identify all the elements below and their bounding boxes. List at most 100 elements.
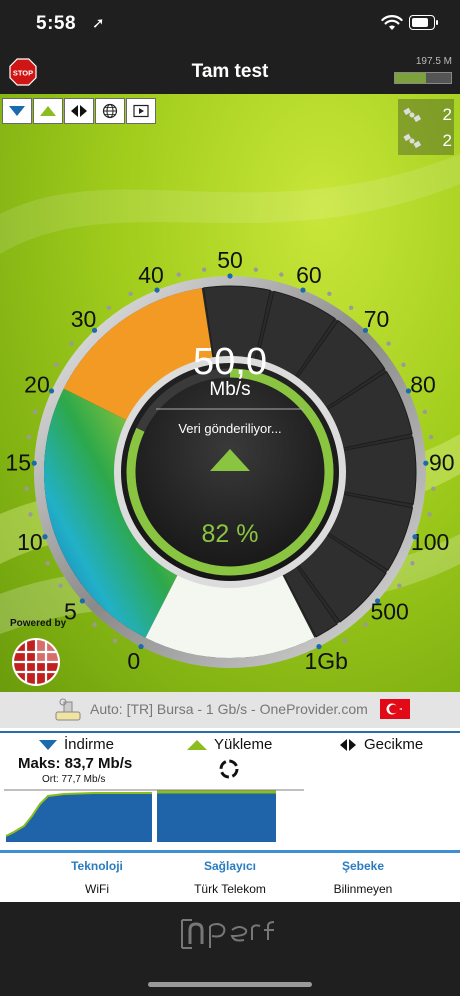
gauge-scale-label: 1Gb (305, 648, 348, 674)
legend-upload-label: Yükleme (214, 736, 273, 753)
gauge-tick-dot (26, 434, 32, 440)
gauge-scale-label: 30 (71, 306, 97, 332)
gauge-tick-dot (327, 291, 332, 297)
data-usage-text: 197.5 M (415, 56, 452, 67)
max-speed: Maks: 83,7 Mb/s (18, 755, 133, 772)
gauge-scale-label: 50 (217, 247, 243, 273)
gauge-tick-dot (427, 512, 432, 517)
gauge-tick-dot (397, 583, 402, 588)
info-provider: Sağlayıcı Türk Telekom (160, 859, 300, 896)
server-icon (55, 698, 81, 721)
battery-icon (409, 15, 438, 30)
gauge-tick-dot (128, 291, 133, 297)
gauge-tick-dot (348, 305, 354, 311)
info-technology: Teknoloji WiFi (27, 859, 167, 896)
gauge-tick-dot (28, 512, 33, 517)
data-usage-fill (395, 73, 426, 83)
gauge-tick-dot (176, 272, 181, 277)
provider-logo[interactable] (11, 637, 61, 687)
gauge-scale-label: 60 (296, 262, 322, 288)
info-network-title: Şebeke (341, 859, 385, 873)
server-info-text: Auto: [TR] Bursa - 1 Gb/s - OneProvider.… (90, 701, 368, 717)
gauge-scale-label: 70 (364, 306, 390, 332)
gauge-scale-label: 20 (24, 371, 50, 397)
gauge-scale-label: 15 (5, 449, 31, 475)
gauge-tick-dot (363, 622, 368, 627)
gauge-scale-marker (227, 273, 233, 279)
gauge-scale-marker (138, 644, 144, 650)
gauge-scale-marker (405, 388, 412, 394)
info-network-value: Bilinmeyen (333, 882, 393, 896)
gauge-scale-label: 100 (411, 529, 449, 555)
legend-download-label: İndirme (64, 736, 115, 753)
gauge-scale-marker (48, 388, 55, 394)
gauge-scale-marker (42, 534, 48, 540)
test-status: Veri gönderiliyor... (178, 421, 281, 436)
data-usage-bar (394, 72, 452, 84)
gauge-tick-dot (106, 305, 112, 311)
gauge-scale-label: 10 (17, 529, 43, 555)
gauge-tick-dot (279, 272, 284, 277)
gauge-tick-dot (422, 409, 428, 415)
connection-info: Teknoloji WiFi Sağlayıcı Türk Telekom Şe… (0, 850, 460, 905)
info-provider-value: Türk Telekom (194, 882, 266, 896)
speedometer-panel: 2 2 0 5 10 15 20 30 40 50 60 70 80 90 10… (0, 94, 460, 692)
avg-speed: Ort: 77,7 Mb/s (42, 774, 106, 785)
gauge-tick-dot (342, 638, 348, 643)
gauge-tick-dot (253, 267, 259, 272)
gauge-scale-label: 90 (429, 449, 455, 475)
speed-history-graph (4, 786, 304, 842)
triangle-down-icon (39, 739, 57, 750)
gauge-tick-dot (112, 638, 118, 643)
gauge-tick-dot (58, 583, 63, 588)
gauge-scale-marker (154, 287, 160, 293)
speed-gauge: 05101520304050607080901005001Gb 50,0 Mb/… (5, 247, 455, 674)
gauge-tick-dot (32, 409, 38, 415)
legend-download[interactable]: İndirme (38, 736, 114, 753)
gauge-scale-marker (375, 598, 381, 604)
speed-unit: Mb/s (209, 379, 250, 400)
location-arrow-icon: ➚ (92, 15, 105, 32)
info-provider-title: Sağlayıcı (203, 859, 257, 873)
nperf-logo (181, 919, 275, 949)
gauge-tick-dot (431, 486, 436, 491)
status-time: 5:58 (36, 13, 77, 34)
gauge-tick-dot (428, 434, 434, 440)
gauge-tick-dot (201, 267, 207, 272)
gauge-tick-dot (401, 362, 406, 367)
gauge-scale-label: 40 (138, 262, 164, 288)
legend-latency[interactable]: Gecikme (338, 736, 423, 753)
page-title: Tam test (191, 61, 269, 82)
info-network: Şebeke Bilinmeyen (293, 859, 433, 896)
powered-by-label: Powered by (10, 618, 67, 629)
triangle-up-icon (187, 739, 207, 750)
gauge-tick-dot (410, 561, 415, 566)
gauge-scale-marker (300, 287, 306, 293)
legend-latency-label: Gecikme (364, 736, 424, 753)
results-panel: İndirme Yükleme Gecikme Maks: 83,7 Mb/s … (0, 728, 460, 850)
turkey-flag-icon (380, 699, 410, 719)
gauge-tick-dot (92, 622, 97, 627)
loading-spinner-icon (219, 759, 239, 779)
download-area (6, 793, 152, 842)
speed-value: 50,0 (193, 341, 267, 383)
gauge-tick-dot (54, 362, 59, 367)
gauge-tick-dot (24, 486, 29, 491)
server-info-bar[interactable]: Auto: [TR] Bursa - 1 Gb/s - OneProvider.… (0, 692, 460, 728)
gauge-scale-marker (79, 598, 85, 604)
graph-gap (152, 786, 157, 842)
results-divider (0, 731, 460, 733)
info-technology-title: Teknoloji (71, 859, 123, 873)
gauge-scale-marker (423, 460, 429, 466)
upload-area (157, 792, 276, 842)
nav-bar: STOP Tam test 197.5 M (0, 50, 460, 94)
legend-upload[interactable]: Yükleme (186, 736, 272, 753)
gauge-tick-dot (45, 561, 50, 566)
wifi-icon (381, 15, 403, 30)
info-technology-value: WiFi (85, 882, 109, 896)
data-usage-indicator: 197.5 M (394, 56, 452, 86)
footer (0, 902, 460, 996)
gauge-scale-marker (412, 534, 418, 540)
gauge-tick-dot (69, 341, 74, 346)
gauge-scale-label: 80 (410, 371, 436, 397)
